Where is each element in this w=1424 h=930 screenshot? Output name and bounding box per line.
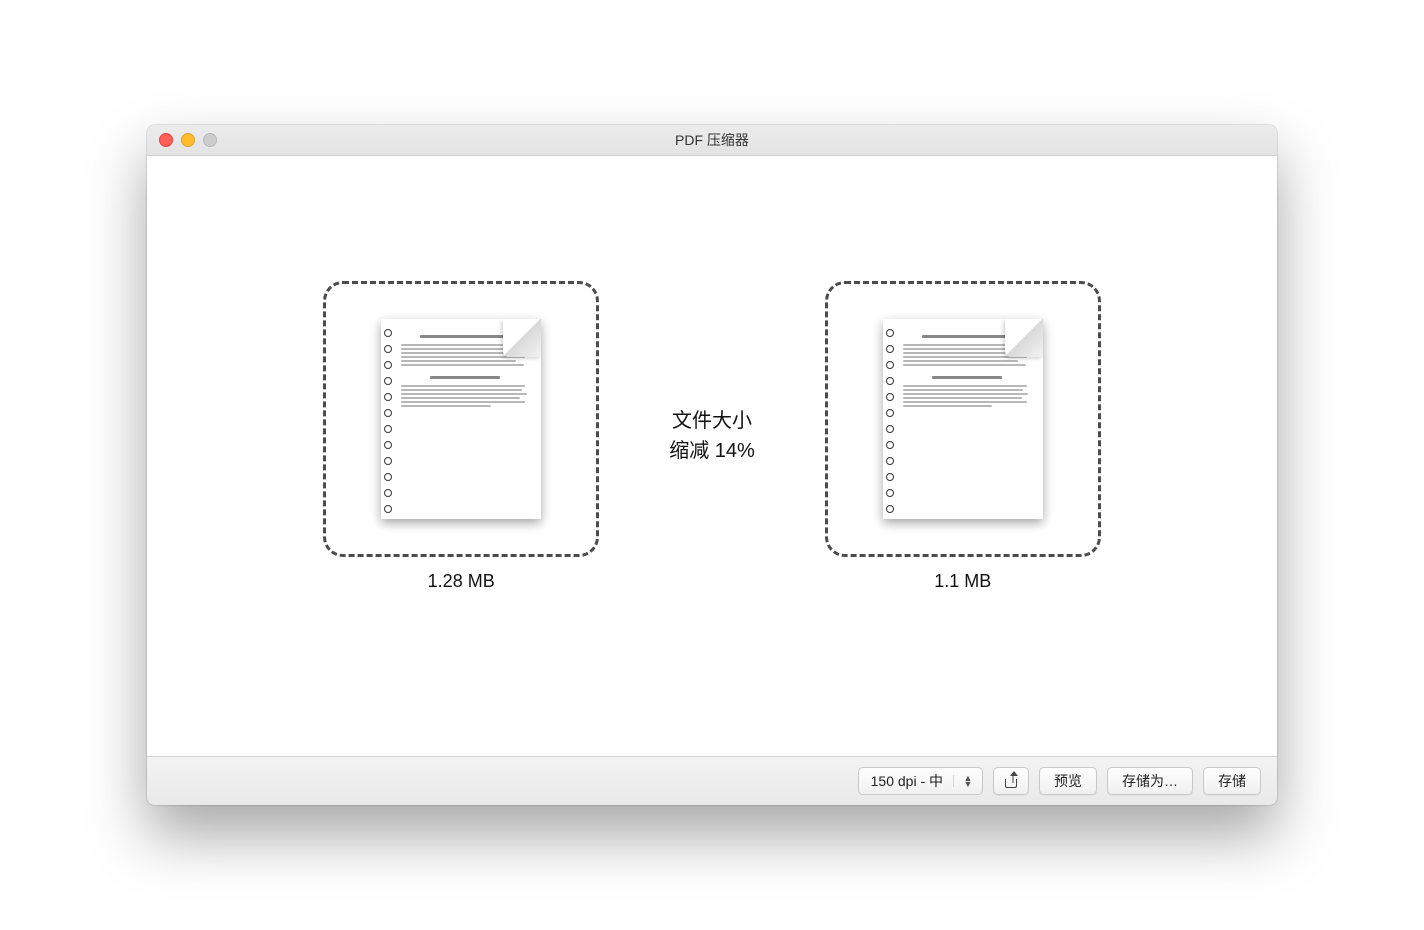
dpi-select[interactable]: 150 dpi - 中 ▲▼ <box>858 767 983 795</box>
compressed-doc-thumbnail <box>883 319 1043 519</box>
compressed-dropzone[interactable] <box>825 281 1101 557</box>
dpi-select-label: 150 dpi - 中 <box>871 771 943 791</box>
original-size: 1.28 MB <box>428 571 495 592</box>
main-content: 1.28 MB 文件大小 缩减 14% <box>147 156 1277 756</box>
compressed-panel: 1.1 MB <box>825 281 1101 592</box>
window-title: PDF 压缩器 <box>147 130 1277 150</box>
bottom-toolbar: 150 dpi - 中 ▲▼ 预览 存储为… 存储 <box>147 756 1277 805</box>
save-button[interactable]: 存储 <box>1203 767 1261 795</box>
original-doc-thumbnail <box>381 319 541 519</box>
reduction-label: 文件大小 <box>669 406 755 436</box>
share-icon <box>1004 774 1018 788</box>
reduction-percent: 缩减 14% <box>669 436 755 466</box>
share-button[interactable] <box>993 767 1029 795</box>
compressed-size: 1.1 MB <box>934 571 991 592</box>
save-as-button[interactable]: 存储为… <box>1107 767 1193 795</box>
preview-button[interactable]: 预览 <box>1039 767 1097 795</box>
original-dropzone[interactable] <box>323 281 599 557</box>
titlebar: PDF 压缩器 <box>147 125 1277 156</box>
reduction-info: 文件大小 缩减 14% <box>669 406 755 466</box>
app-window: PDF 压缩器 <box>147 125 1277 805</box>
original-panel: 1.28 MB <box>323 281 599 592</box>
select-stepper-icon: ▲▼ <box>953 775 976 787</box>
